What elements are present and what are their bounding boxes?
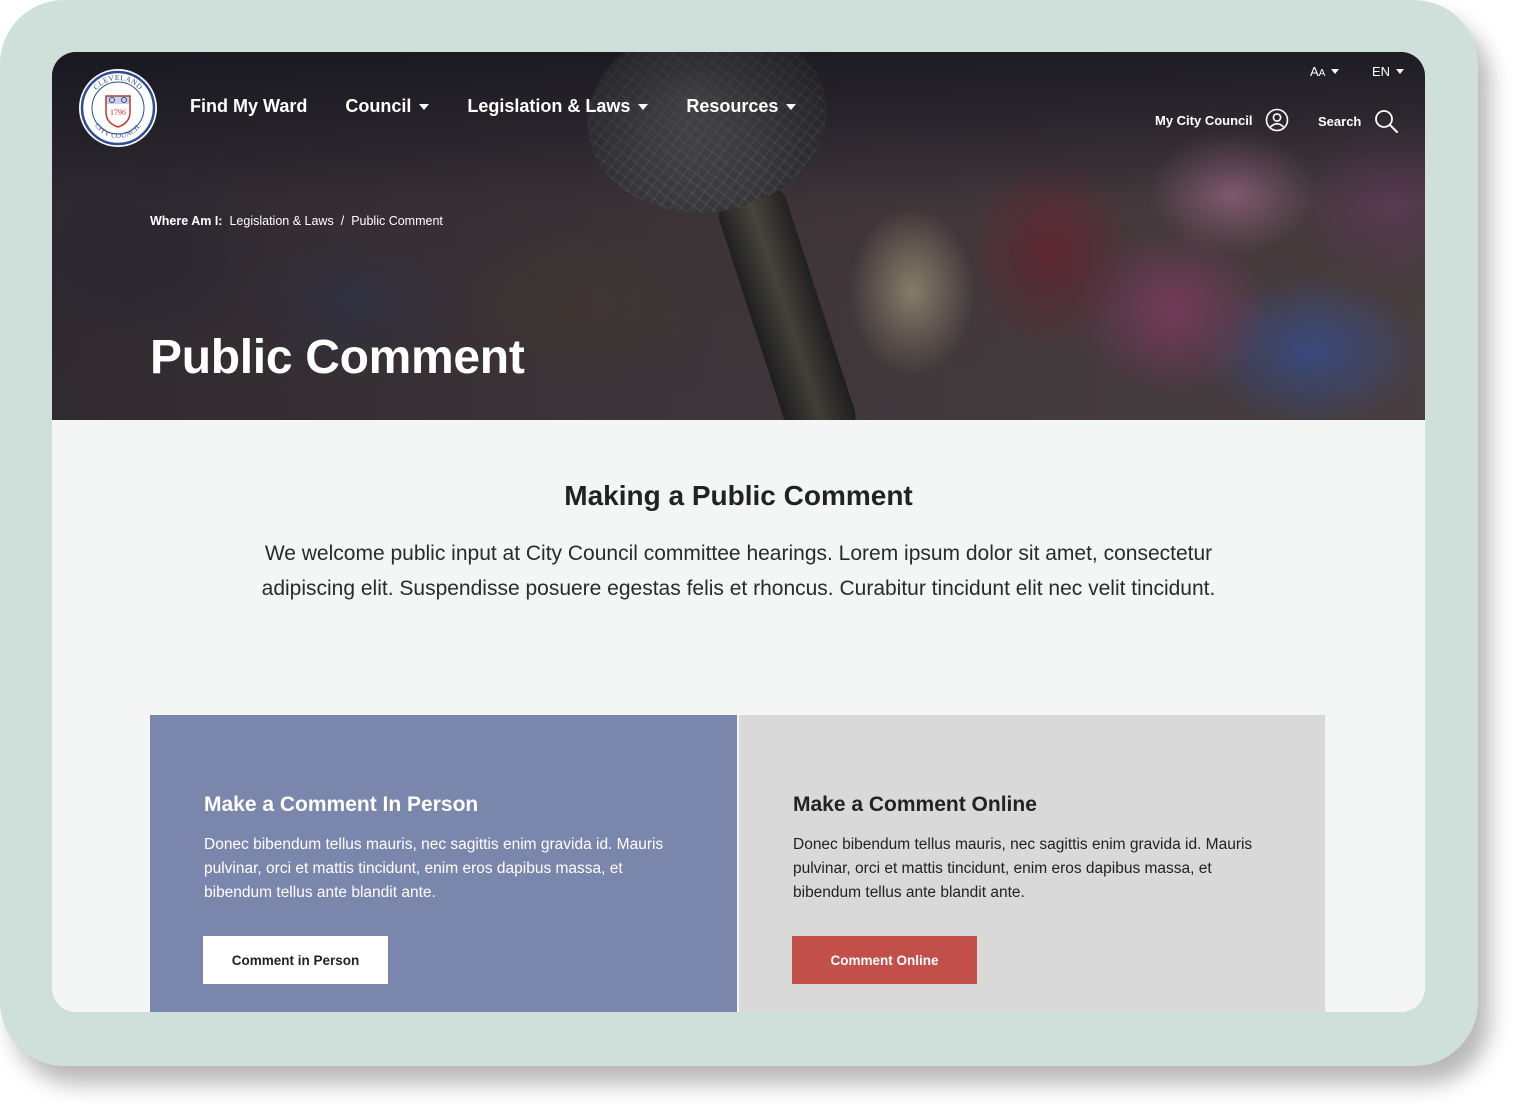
nav-label: Resources [686, 96, 779, 116]
text-size-toggle[interactable]: AA [1310, 64, 1340, 79]
text-size-label-big: A [1310, 64, 1319, 79]
main-navigation: Find My Ward Council Legislation & Laws … [190, 96, 834, 117]
comment-online-button[interactable]: Comment Online [792, 936, 977, 984]
card-in-person: Make a Comment In Person Donec bibendum … [150, 715, 737, 1012]
caret-down-icon [786, 103, 797, 110]
caret-down-icon [1396, 69, 1405, 74]
nav-label: Find My Ward [190, 96, 308, 116]
text-size-label-small: A [1318, 68, 1326, 79]
caret-down-icon [419, 103, 430, 110]
breadcrumb-current: Public Comment [351, 214, 443, 228]
search-button[interactable]: Search [1318, 108, 1399, 134]
section-title: Making a Public Comment [564, 480, 913, 511]
comment-in-person-button[interactable]: Comment in Person [203, 936, 388, 984]
search-label: Search [1318, 113, 1362, 129]
magnifier-icon [1375, 110, 1399, 133]
card-title: Make a Comment Online [793, 793, 1037, 816]
breadcrumb-separator: / [340, 214, 345, 228]
card-text: Donec bibendum tellus mauris, nec sagitt… [204, 836, 664, 901]
nav-resources[interactable]: Resources [686, 96, 797, 117]
breadcrumb: Where Am I: Legislation & Laws / Public … [150, 214, 443, 228]
breadcrumb-link-legislation[interactable]: Legislation & Laws [229, 214, 333, 228]
my-city-council-link[interactable]: My City Council [1155, 108, 1289, 132]
card-title: Make a Comment In Person [204, 793, 479, 816]
nav-label: Council [345, 96, 412, 116]
breadcrumb-prefix: Where Am I: [150, 214, 223, 228]
nav-label: Legislation & Laws [467, 96, 631, 116]
page-title: Public Comment [150, 331, 525, 384]
browser-screen: 1796 CLEVELAND CITY COUNCIL Find My Ward… [52, 52, 1425, 1012]
hero-banner: 1796 CLEVELAND CITY COUNCIL Find My Ward… [52, 52, 1425, 420]
nav-find-my-ward[interactable]: Find My Ward [190, 96, 307, 117]
section-intro-text: We welcome public input at City Council … [261, 542, 1216, 600]
my-city-council-label: My City Council [1155, 112, 1253, 128]
card-online: Make a Comment Online Donec bibendum tel… [739, 715, 1325, 1012]
user-circle-icon [1265, 108, 1288, 132]
caret-down-icon [638, 103, 649, 110]
nav-legislation-laws[interactable]: Legislation & Laws [467, 96, 649, 117]
city-council-seal-logo[interactable]: 1796 CLEVELAND CITY COUNCIL [78, 68, 158, 148]
card-text: Donec bibendum tellus mauris, nec sagitt… [793, 836, 1253, 901]
seal-year: 1796 [110, 108, 126, 117]
caret-down-icon [1331, 69, 1340, 74]
language-label: EN [1372, 64, 1391, 79]
language-selector[interactable]: EN [1372, 64, 1405, 79]
nav-council[interactable]: Council [345, 96, 430, 117]
device-frame: 1796 CLEVELAND CITY COUNCIL Find My Ward… [0, 0, 1478, 1066]
